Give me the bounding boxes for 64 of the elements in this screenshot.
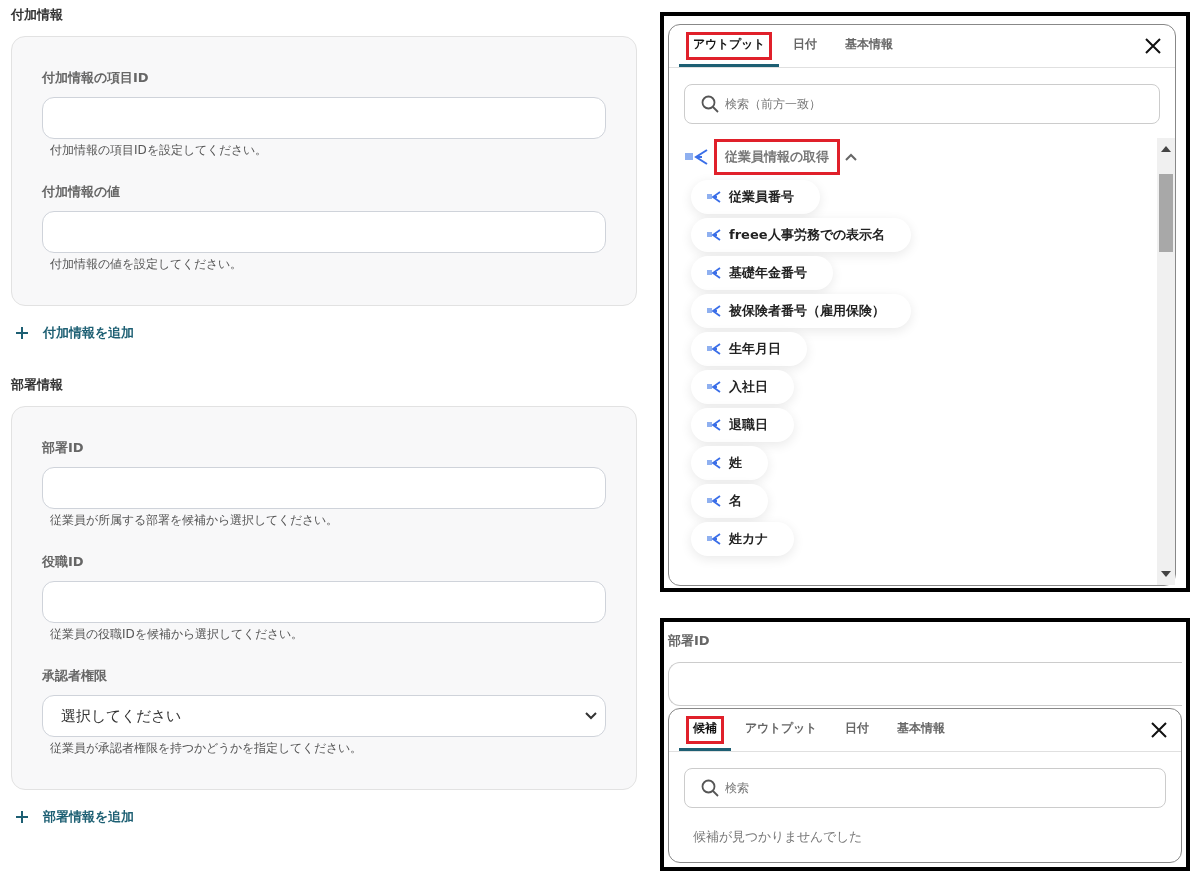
input-field[interactable] xyxy=(42,97,606,139)
input-field[interactable] xyxy=(668,662,1182,706)
scrollbar[interactable] xyxy=(1157,138,1175,585)
branch-icon xyxy=(707,229,721,241)
help-text: 従業員が所属する部署を候補から選択してください。 xyxy=(50,513,339,527)
field-label: 役職ID xyxy=(42,553,85,571)
help-text: 付加情報の項目IDを設定してください。 xyxy=(50,143,268,157)
help-text: 従業員が承認者権限を持つかどうかを指定してください。 xyxy=(50,741,363,755)
output-chip[interactable]: 被保険者番号（雇用保険） xyxy=(691,294,911,328)
output-chip[interactable]: freee人事労務での表示名 xyxy=(691,218,911,252)
field-label: 付加情報の値 xyxy=(42,183,121,201)
tab[interactable]: 日付 xyxy=(779,25,831,67)
branch-icon xyxy=(707,381,721,393)
input-field[interactable] xyxy=(42,581,606,623)
branch-icon xyxy=(707,533,721,545)
branch-icon xyxy=(707,191,721,203)
section-title: 付加情報 xyxy=(11,6,64,24)
field-label: 承認者権限 xyxy=(42,667,108,685)
tab[interactable]: 日付 xyxy=(831,709,883,751)
tab[interactable]: 候補 xyxy=(679,709,731,751)
output-chip[interactable]: 生年月日 xyxy=(691,332,807,366)
branch-icon xyxy=(707,305,721,317)
branch-icon xyxy=(685,149,709,165)
branch-icon xyxy=(707,343,721,355)
help-text: 従業員の役職IDを候補から選択してください。 xyxy=(50,627,304,641)
scroll-down-icon xyxy=(1161,571,1171,577)
output-chip[interactable]: 姓カナ xyxy=(691,522,794,556)
chevron-down-icon xyxy=(585,712,597,720)
input-field[interactable] xyxy=(42,467,606,509)
branch-icon xyxy=(707,267,721,279)
output-chip[interactable]: 名 xyxy=(691,484,768,518)
select-field[interactable]: 選択してください xyxy=(42,695,606,737)
help-text: 付加情報の値を設定してください。 xyxy=(50,257,243,271)
search-icon xyxy=(701,779,719,797)
scrollbar-thumb[interactable] xyxy=(1159,174,1173,252)
tab[interactable]: アウトプット xyxy=(731,709,831,751)
field-label: 部署ID xyxy=(42,439,85,457)
plus-icon xyxy=(15,810,29,824)
output-chip[interactable]: 従業員番号 xyxy=(691,180,820,214)
close-icon xyxy=(1145,38,1161,54)
group-title[interactable]: 従業員情報の取得 xyxy=(717,142,837,172)
plus-icon xyxy=(15,326,29,340)
search-field[interactable]: 検索 xyxy=(684,768,1166,808)
output-chip[interactable]: 姓 xyxy=(691,446,768,480)
section-title: 部署情報 xyxy=(11,376,64,394)
empty-message: 候補が見つかりませんでした xyxy=(692,828,863,846)
branch-icon xyxy=(707,419,721,431)
output-chip[interactable]: 入社日 xyxy=(691,370,794,404)
add-link[interactable]: 付加情報を追加 xyxy=(11,306,637,376)
tab[interactable]: 基本情報 xyxy=(883,709,959,751)
tab[interactable]: 基本情報 xyxy=(831,25,907,67)
output-chip[interactable]: 基礎年金番号 xyxy=(691,256,833,290)
branch-icon xyxy=(707,495,721,507)
add-link[interactable]: 部署情報を追加 xyxy=(11,790,637,860)
close-icon xyxy=(1151,722,1167,738)
search-field[interactable]: 検索（前方一致） xyxy=(684,84,1160,124)
field-label: 付加情報の項目ID xyxy=(42,69,150,87)
scroll-up-icon xyxy=(1161,146,1171,152)
field-label: 部署ID xyxy=(668,632,711,650)
tab[interactable]: アウトプット xyxy=(679,25,779,67)
output-chip[interactable]: 退職日 xyxy=(691,408,794,442)
search-icon xyxy=(701,95,719,113)
input-field[interactable] xyxy=(42,211,606,253)
branch-icon xyxy=(707,457,721,469)
